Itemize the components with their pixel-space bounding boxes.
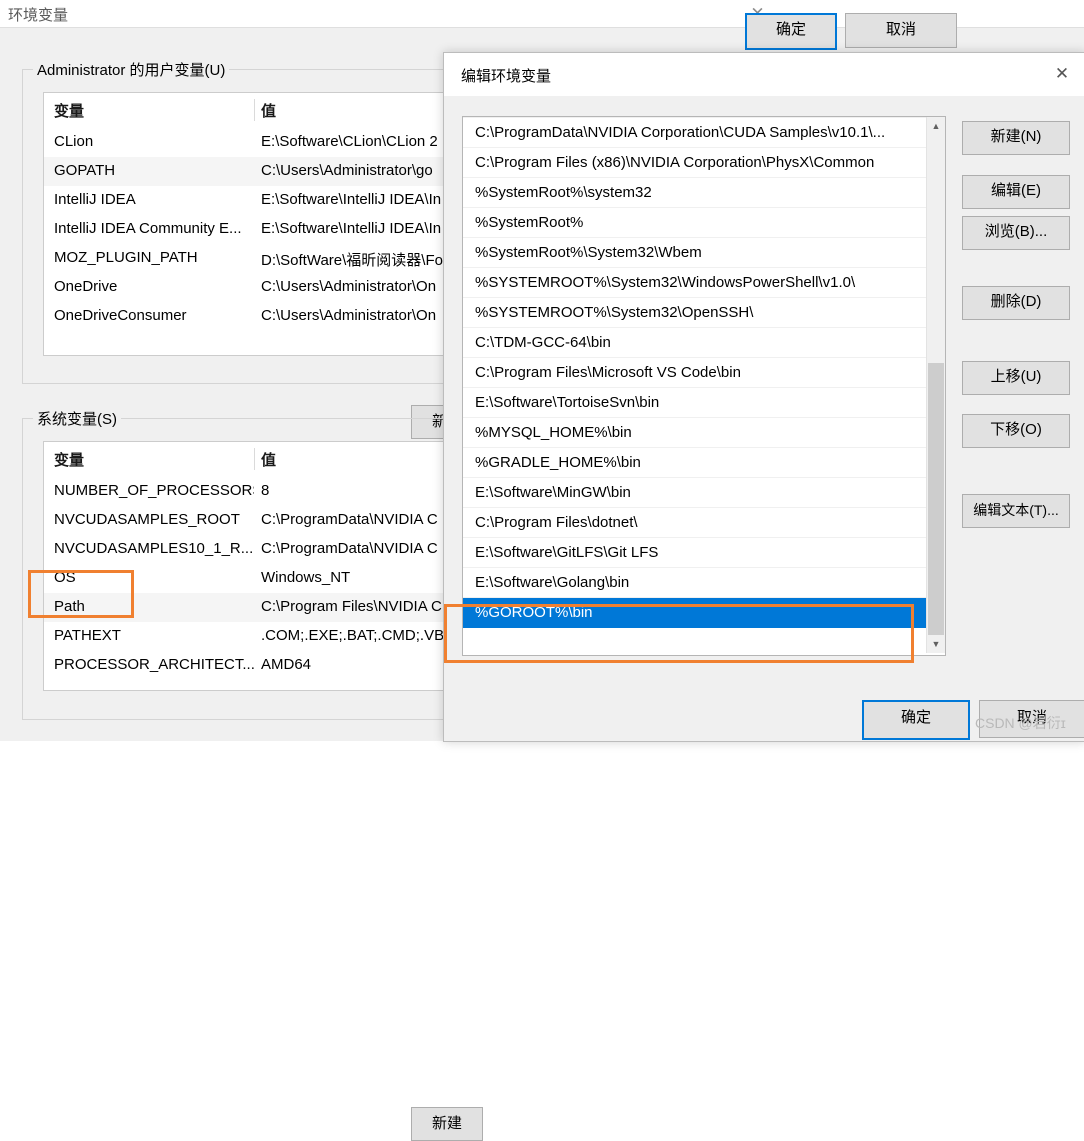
cell-variable: OneDriveConsumer [54,307,254,324]
column-header-variable: 变量 [54,449,84,470]
delete-button[interactable]: 删除(D) [962,286,1070,320]
path-entry[interactable]: %MYSQL_HOME%\bin [463,418,926,448]
cell-variable: OneDrive [54,278,254,295]
cell-variable: IntelliJ IDEA Community E... [54,220,254,237]
parent-window-title: 环境变量 [8,4,68,25]
path-entry[interactable]: E:\Software\MinGW\bin [463,478,926,508]
column-header-value: 值 [261,449,276,470]
edit-ok-button[interactable]: 确定 [862,700,970,740]
move-down-button[interactable]: 下移(O) [962,414,1070,448]
column-header-value: 值 [261,100,276,121]
edit-text-button[interactable]: 编辑文本(T)... [962,494,1070,528]
parent-ok-button[interactable]: 确定 [745,13,837,50]
path-entry[interactable]: %SystemRoot%\System32\Wbem [463,238,926,268]
cell-variable: MOZ_PLUGIN_PATH [54,249,254,266]
path-entry[interactable]: C:\TDM-GCC-64\bin [463,328,926,358]
path-entry[interactable]: %SYSTEMROOT%\System32\WindowsPowerShell\… [463,268,926,298]
path-entry-selected[interactable]: %GOROOT%\bin [463,598,926,628]
column-divider [254,99,255,121]
edit-button[interactable]: 编辑(E) [962,175,1070,209]
move-up-button[interactable]: 上移(U) [962,361,1070,395]
cell-variable: NVCUDASAMPLES_ROOT [54,511,254,528]
path-entries-list[interactable]: C:\Program Files\NVIDIA Corporation\Nsig… [462,116,946,656]
edit-cancel-button[interactable]: 取消 [979,700,1084,738]
edit-dialog-titlebar: 编辑环境变量 ✕ [444,53,1084,96]
edit-dialog-title: 编辑环境变量 [461,65,551,86]
edit-environment-variable-dialog: 编辑环境变量 ✕ C:\Program Files\NVIDIA Corpora… [443,52,1084,742]
cell-variable: NVCUDASAMPLES10_1_R... [54,540,254,557]
path-entry[interactable]: %SystemRoot% [463,208,926,238]
browse-button[interactable]: 浏览(B)... [962,216,1070,250]
path-entry[interactable]: E:\Software\TortoiseSvn\bin [463,388,926,418]
path-list-scrollbar[interactable]: ▲ ▼ [926,117,945,653]
scrollbar-thumb[interactable] [928,363,944,649]
path-entry[interactable]: C:\ProgramData\NVIDIA Corporation\CUDA S… [463,118,926,148]
cell-variable: PATHEXT [54,627,254,644]
column-divider [254,448,255,470]
parent-cancel-button[interactable]: 取消 [845,13,957,48]
cell-variable: CLion [54,133,254,150]
path-entry[interactable]: %GRADLE_HOME%\bin [463,448,926,478]
system-variables-legend: 系统变量(S) [33,408,121,429]
cell-variable: GOPATH [54,162,254,179]
path-entry[interactable]: C:\Program Files\dotnet\ [463,508,926,538]
cell-variable: OS [54,569,254,586]
new-button[interactable]: 新建(N) [962,121,1070,155]
path-entries-rows: C:\Program Files\NVIDIA Corporation\Nsig… [463,116,926,628]
system-new-button[interactable]: 新建 [411,1107,483,1141]
chevron-down-icon[interactable]: ▼ [927,635,945,653]
path-entry[interactable]: %SYSTEMROOT%\System32\OpenSSH\ [463,298,926,328]
user-variables-legend: Administrator 的用户变量(U) [33,59,229,80]
chevron-up-icon[interactable]: ▲ [927,117,945,135]
cell-variable: IntelliJ IDEA [54,191,254,208]
path-entry[interactable]: C:\Program Files (x86)\NVIDIA Corporatio… [463,148,926,178]
close-icon[interactable]: ✕ [1039,53,1084,95]
path-entry[interactable]: E:\Software\Golang\bin [463,568,926,598]
path-entry[interactable]: C:\Program Files\Microsoft VS Code\bin [463,358,926,388]
path-entry[interactable]: %SystemRoot%\system32 [463,178,926,208]
path-entry[interactable]: E:\Software\GitLFS\Git LFS [463,538,926,568]
cell-variable: NUMBER_OF_PROCESSORS [54,482,254,499]
cell-variable: PROCESSOR_ARCHITECT... [54,656,254,673]
cell-variable: Path [54,598,254,615]
column-header-variable: 变量 [54,100,84,121]
